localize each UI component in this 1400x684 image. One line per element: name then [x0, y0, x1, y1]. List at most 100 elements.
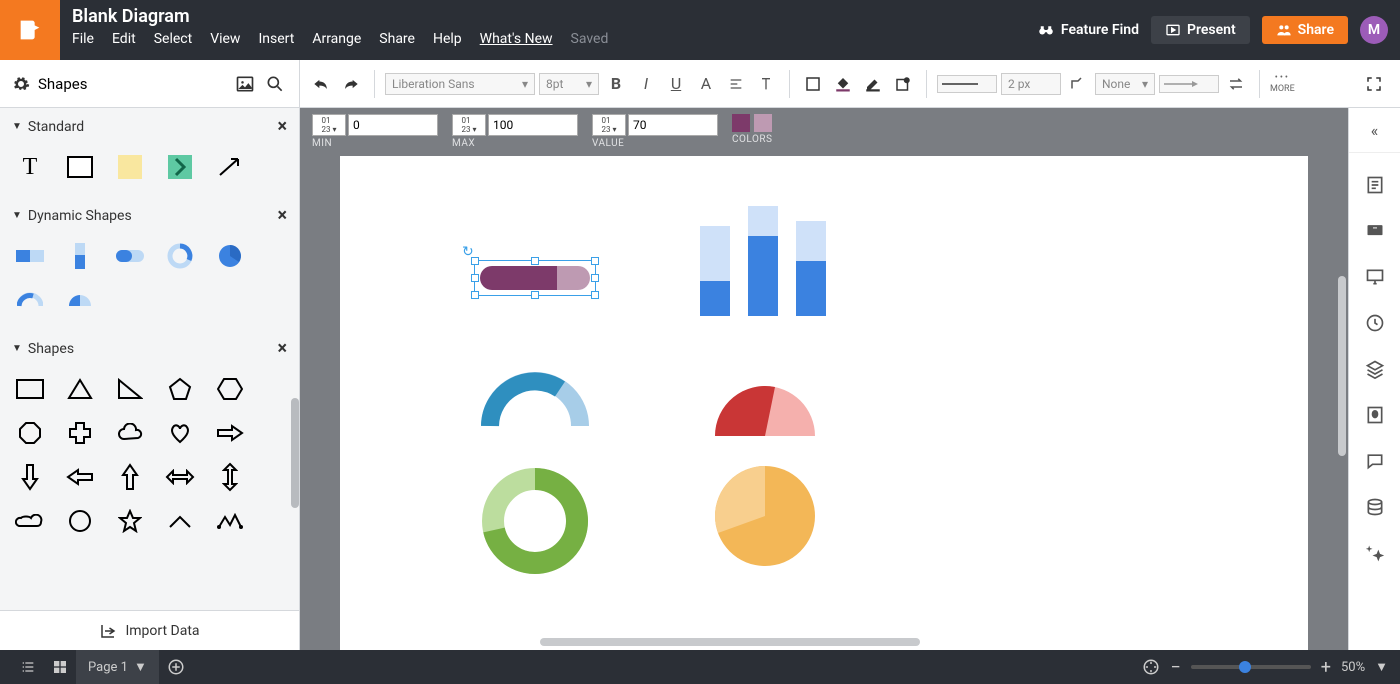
note-shape[interactable] — [114, 151, 146, 183]
arrow-lr-shape[interactable] — [164, 461, 196, 493]
circle-shape[interactable] — [64, 505, 96, 537]
resize-handle[interactable] — [471, 291, 479, 299]
present-button[interactable]: Present — [1151, 16, 1250, 44]
shape-donut[interactable] — [480, 466, 590, 576]
value-input[interactable] — [628, 114, 718, 136]
dyn-vbar[interactable] — [64, 240, 96, 272]
resize-handle[interactable] — [471, 274, 479, 282]
shape-pie[interactable] — [710, 461, 820, 571]
page-tab[interactable]: Page 1▼ — [76, 650, 159, 684]
align-button[interactable] — [723, 71, 749, 97]
undo-button[interactable] — [308, 71, 334, 97]
resize-handle[interactable] — [531, 257, 539, 265]
italic-button[interactable]: I — [633, 71, 659, 97]
target-icon[interactable] — [1142, 658, 1160, 676]
resize-handle[interactable] — [591, 257, 599, 265]
hexagon-shape[interactable] — [214, 373, 246, 405]
line-type-select[interactable]: None▾ — [1095, 73, 1155, 95]
collapse-rail-button[interactable]: « — [1361, 116, 1389, 144]
zoom-slider[interactable] — [1191, 665, 1311, 669]
frame-button[interactable] — [800, 71, 826, 97]
dyn-donut[interactable] — [164, 240, 196, 272]
close-icon[interactable]: × — [277, 116, 287, 137]
close-icon[interactable]: × — [277, 205, 287, 226]
cross-shape[interactable] — [64, 417, 96, 449]
redo-button[interactable] — [338, 71, 364, 97]
selected-shape-progress-pill[interactable]: ↻ — [480, 266, 590, 290]
menu-view[interactable]: View — [210, 31, 240, 47]
menu-insert[interactable]: Insert — [258, 31, 294, 47]
up-chevron-shape[interactable] — [164, 505, 196, 537]
text-shape[interactable]: T — [14, 151, 46, 183]
canvas-area[interactable]: ↻ — [300, 156, 1348, 650]
arrow-right-shape[interactable] — [214, 417, 246, 449]
import-data-button[interactable]: Import Data — [0, 610, 299, 650]
menu-share[interactable]: Share — [379, 31, 415, 47]
panel-shapes-header[interactable]: ▼Shapes × — [0, 330, 299, 367]
rect-shape[interactable] — [14, 373, 46, 405]
data-icon[interactable] — [1361, 493, 1389, 521]
underline-button[interactable]: U — [663, 71, 689, 97]
triangle-shape[interactable] — [64, 373, 96, 405]
resize-handle[interactable] — [591, 291, 599, 299]
arrow-ud-shape[interactable] — [214, 461, 246, 493]
value-mode-toggle[interactable]: 0123 ▾ — [592, 114, 626, 136]
share-button[interactable]: Share — [1262, 16, 1348, 44]
min-input[interactable] — [348, 114, 438, 136]
color-swatch-2[interactable] — [754, 114, 772, 132]
close-icon[interactable]: × — [277, 338, 287, 359]
theme-icon[interactable] — [1361, 401, 1389, 429]
cloud-flat-shape[interactable] — [14, 505, 46, 537]
document-title[interactable]: Blank Diagram — [72, 6, 1025, 27]
font-size-select[interactable]: 8pt▾ — [539, 73, 599, 95]
outline-view-button[interactable] — [12, 650, 44, 684]
present-icon[interactable] — [1361, 263, 1389, 291]
app-logo[interactable] — [0, 0, 60, 60]
dyn-pill[interactable] — [114, 240, 146, 272]
cloud-shape[interactable] — [114, 417, 146, 449]
color-swatch-1[interactable] — [732, 114, 750, 132]
zoom-out-button[interactable]: − — [1170, 657, 1180, 678]
more-button[interactable]: ••• MORE — [1270, 73, 1295, 94]
gear-icon[interactable] — [12, 75, 30, 93]
line-shape-button[interactable] — [1065, 71, 1091, 97]
octagon-shape[interactable] — [14, 417, 46, 449]
menu-file[interactable]: File — [72, 31, 94, 47]
star-shape[interactable] — [114, 505, 146, 537]
max-mode-toggle[interactable]: 0123 ▾ — [452, 114, 486, 136]
heart-shape[interactable] — [164, 417, 196, 449]
layers-icon[interactable] — [1361, 355, 1389, 383]
chat-icon[interactable] — [1361, 447, 1389, 475]
polyline-shape[interactable] — [214, 505, 246, 537]
line-style-icon[interactable] — [938, 76, 988, 92]
menu-whats-new[interactable]: What's New — [480, 31, 553, 47]
arrow-shape[interactable] — [214, 151, 246, 183]
dyn-pie[interactable] — [214, 240, 246, 272]
menu-arrange[interactable]: Arrange — [312, 31, 361, 47]
notes-icon[interactable] — [1361, 171, 1389, 199]
grid-view-button[interactable] — [44, 650, 76, 684]
canvas-h-scrollbar[interactable] — [540, 638, 920, 646]
menu-edit[interactable]: Edit — [112, 31, 136, 47]
right-triangle-shape[interactable] — [114, 373, 146, 405]
resize-handle[interactable] — [531, 291, 539, 299]
history-icon[interactable] — [1361, 309, 1389, 337]
panel-dynamic-header[interactable]: ▼Dynamic Shapes × — [0, 197, 299, 234]
feature-find-button[interactable]: Feature Find — [1037, 21, 1139, 39]
arrow-up-shape[interactable] — [114, 461, 146, 493]
canvas-v-scrollbar[interactable] — [1338, 276, 1346, 456]
swap-ends-button[interactable] — [1223, 71, 1249, 97]
dyn-arc[interactable] — [14, 284, 46, 316]
arrow-style-select[interactable] — [1159, 75, 1219, 93]
comments-icon[interactable]: "" — [1361, 217, 1389, 245]
add-page-button[interactable] — [159, 650, 193, 684]
search-icon[interactable] — [263, 72, 287, 96]
resize-handle[interactable] — [591, 274, 599, 282]
zoom-in-button[interactable]: + — [1321, 657, 1331, 678]
shape-gauge[interactable] — [710, 381, 820, 439]
arrow-down-shape[interactable] — [14, 461, 46, 493]
user-avatar[interactable]: M — [1360, 16, 1388, 44]
shape-style-button[interactable] — [890, 71, 916, 97]
shape-arc[interactable] — [480, 371, 590, 431]
bold-button[interactable]: B — [603, 71, 629, 97]
